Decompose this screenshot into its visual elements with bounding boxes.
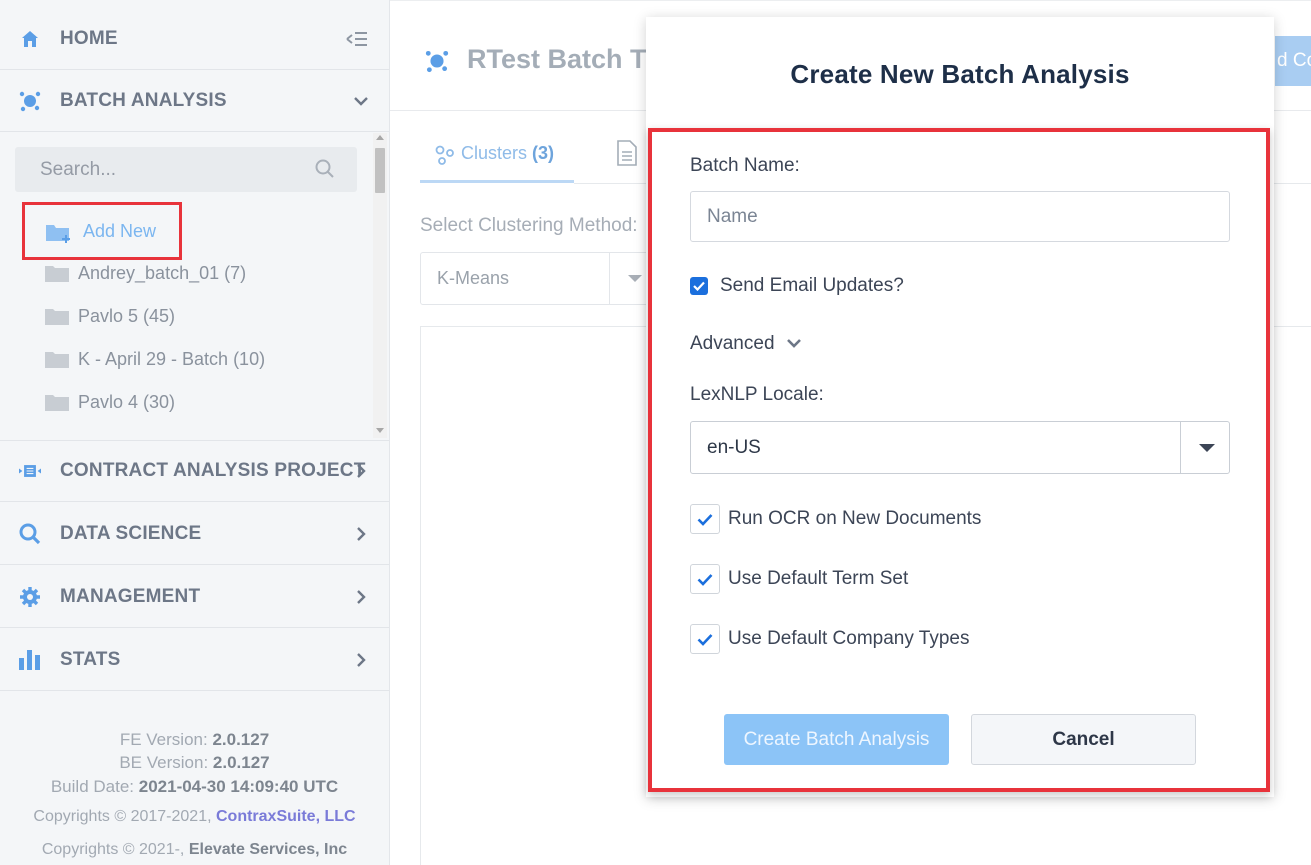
tab-clusters[interactable]: Clusters (3) — [420, 130, 574, 183]
collapse-sidebar-icon[interactable] — [345, 31, 369, 47]
header-action-button[interactable]: d Co — [1275, 36, 1311, 86]
elevate-company: Elevate Services, Inc — [188, 841, 348, 858]
locale-value: en-US — [707, 437, 761, 458]
nav-stats[interactable]: STATS — [0, 629, 389, 691]
run-ocr-checkbox[interactable] — [690, 504, 720, 534]
be-version-value: 2.0.127 — [212, 753, 270, 772]
modal-title: Create New Batch Analysis — [790, 59, 1130, 89]
tab-clusters-label: Clusters (3) — [461, 143, 554, 164]
chevron-right-icon — [353, 589, 369, 605]
default-company-types-checkbox[interactable] — [690, 624, 720, 654]
add-new-batch-button[interactable]: Add New — [22, 202, 182, 260]
folder-icon — [45, 393, 69, 411]
caret-down-icon[interactable] — [1199, 444, 1215, 452]
send-email-label: Send Email Updates? — [720, 275, 904, 296]
batch-list-scrollbar[interactable] — [373, 133, 387, 438]
folder-icon — [45, 307, 69, 325]
batch-list-item[interactable]: Andrey_batch_01 (7) — [45, 259, 246, 287]
fe-version-label: FE Version: — [119, 730, 208, 749]
select-divider — [1180, 422, 1181, 473]
build-date-label: Build Date: — [50, 777, 135, 796]
build-date-value: 2021-04-30 14:09:40 UTC — [138, 777, 339, 796]
batch-name-label: Batch Name: — [690, 155, 800, 176]
batch-analysis-icon — [19, 90, 41, 112]
chevron-down-icon[interactable] — [786, 336, 802, 350]
sidebar-search-input[interactable] — [15, 147, 315, 192]
tab-clusters-text: Clusters — [461, 143, 528, 163]
locale-label: LexNLP Locale: — [690, 384, 824, 405]
sidebar: HOME BATCH ANALYSIS Add New Andrey_batch… — [0, 0, 390, 865]
fe-version-value: 2.0.127 — [212, 730, 270, 749]
advanced-toggle[interactable]: Advanced — [690, 333, 775, 355]
chevron-down-icon — [353, 93, 369, 109]
nav-management-label: MANAGEMENT — [60, 585, 201, 607]
nav-contract-analysis-label: CONTRACT ANALYSIS PROJECT — [60, 460, 366, 481]
copyright-elevate: Copyrights © 2021-, Elevate Services, In… — [0, 841, 389, 859]
copyright-prefix: Copyrights © 2017-2021, — [33, 808, 212, 825]
bar-chart-icon — [19, 649, 41, 671]
scroll-up-arrow-icon[interactable] — [376, 135, 384, 140]
nav-contract-analysis-project[interactable]: CONTRACT ANALYSIS PROJECT — [0, 440, 389, 502]
nav-batch-analysis[interactable]: BATCH ANALYSIS — [0, 70, 389, 132]
batch-list-item[interactable]: K - April 29 - Batch (10) — [45, 345, 265, 373]
nav-batch-analysis-label: BATCH ANALYSIS — [60, 89, 227, 111]
build-date: Build Date: 2021-04-30 14:09:40 UTC — [0, 777, 389, 797]
copyright-prefix: Copyrights © 2021-, — [41, 841, 185, 858]
clustering-method-value: K-Means — [437, 268, 510, 288]
batch-list-item-label: Pavlo 5 (45) — [78, 305, 176, 326]
clustering-method-label: Select Clustering Method: — [420, 215, 638, 236]
tab-clusters-count: (3) — [532, 143, 555, 163]
scrollbar-thumb[interactable] — [375, 148, 385, 193]
batch-list-item[interactable]: Pavlo 4 (30) — [45, 388, 175, 416]
sidebar-search — [15, 147, 357, 192]
document-icon[interactable] — [617, 140, 637, 166]
nav-data-science[interactable]: DATA SCIENCE — [0, 503, 389, 565]
clustering-method-select[interactable]: K-Means — [420, 252, 660, 305]
nav-home-label: HOME — [60, 27, 118, 49]
search-icon[interactable] — [315, 159, 335, 179]
clusters-icon — [434, 144, 456, 166]
locale-select[interactable]: en-US — [690, 421, 1230, 474]
default-term-set-checkbox[interactable] — [690, 564, 720, 594]
cancel-button[interactable]: Cancel — [971, 714, 1196, 765]
nav-stats-label: STATS — [60, 648, 121, 670]
batch-name-input[interactable] — [690, 191, 1230, 242]
home-icon — [19, 28, 41, 50]
add-new-label: Add New — [83, 220, 157, 241]
run-ocr-label: Run OCR on New Documents — [728, 508, 982, 529]
batch-list-item-label: Pavlo 4 (30) — [78, 391, 176, 412]
gear-icon — [19, 586, 41, 608]
batch-list-item-label: K - April 29 - Batch (10) — [78, 348, 266, 369]
folder-icon — [45, 264, 69, 282]
add-folder-icon — [45, 222, 75, 244]
be-version-label: BE Version: — [119, 753, 209, 772]
contraxsuite-link[interactable]: ContraxSuite, LLC — [216, 808, 356, 825]
nav-management[interactable]: MANAGEMENT — [0, 566, 389, 628]
chevron-right-icon — [353, 463, 369, 479]
select-divider — [609, 253, 610, 304]
folder-icon — [45, 350, 69, 368]
fe-version: FE Version: 2.0.127 — [0, 730, 389, 750]
page-title: RTest Batch Ti — [467, 44, 654, 74]
copyright-contraxsuite: Copyrights © 2017-2021, ContraxSuite, LL… — [0, 808, 389, 826]
nav-home[interactable]: HOME — [0, 8, 389, 70]
magnifier-icon — [19, 523, 41, 545]
batch-analysis-icon — [425, 49, 449, 73]
chevron-right-icon — [353, 526, 369, 542]
chevron-right-icon — [353, 652, 369, 668]
batch-list-item[interactable]: Pavlo 5 (45) — [45, 302, 175, 330]
contract-analysis-icon — [19, 460, 41, 482]
create-batch-analysis-button[interactable]: Create Batch Analysis — [724, 714, 949, 765]
caret-down-icon — [628, 275, 642, 282]
batch-list-item-label: Andrey_batch_01 (7) — [78, 262, 247, 283]
default-term-set-label: Use Default Term Set — [728, 568, 909, 589]
scroll-down-arrow-icon[interactable] — [376, 428, 384, 433]
default-company-types-label: Use Default Company Types — [728, 628, 970, 649]
be-version: BE Version: 2.0.127 — [0, 753, 389, 773]
send-email-checkbox[interactable] — [690, 277, 708, 295]
nav-data-science-label: DATA SCIENCE — [60, 522, 202, 544]
